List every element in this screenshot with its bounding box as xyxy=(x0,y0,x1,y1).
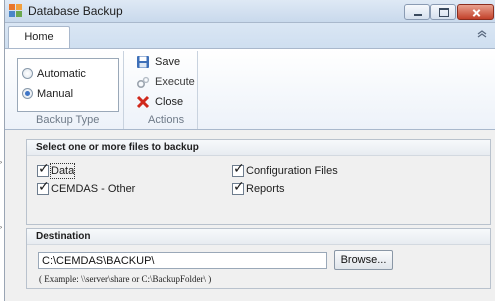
screen: › › Database Backup Home Automatic Manua… xyxy=(0,0,495,301)
radio-automatic-label: Automatic xyxy=(37,68,86,80)
files-panel: Select one or more files to backup ✓ Dat… xyxy=(26,139,491,225)
group-caption-backup-type: Backup Type xyxy=(36,114,100,126)
radio-button[interactable] xyxy=(22,68,33,79)
checkbox-configuration-files-label: Configuration Files xyxy=(246,165,338,177)
checkmark-icon: ✓ xyxy=(233,161,245,177)
destination-example-text: ( Example: \\server\share or C:\BackupFo… xyxy=(39,274,212,284)
backup-type-radio-group: Automatic Manual xyxy=(17,58,119,112)
destination-panel-header: Destination xyxy=(27,229,490,245)
save-label: Save xyxy=(155,56,181,68)
save-icon xyxy=(137,56,149,68)
maximize-button[interactable] xyxy=(430,4,456,20)
checkbox-data-label: Data xyxy=(49,163,76,179)
database-backup-window: Database Backup Home Automatic Manual Ba… xyxy=(4,0,495,301)
execute-label: Execute xyxy=(155,76,195,88)
radio-button-selected[interactable] xyxy=(22,88,33,99)
radio-manual-label: Manual xyxy=(37,88,74,100)
close-label: Close xyxy=(155,96,184,108)
checkbox-reports-label: Reports xyxy=(246,183,285,195)
ribbon-tab-strip: Home xyxy=(5,23,495,48)
window-title: Database Backup xyxy=(28,4,123,18)
close-icon xyxy=(458,5,493,19)
close-window-button[interactable] xyxy=(457,4,494,20)
minimize-button[interactable] xyxy=(404,4,430,20)
checkbox[interactable]: ✓ xyxy=(37,179,50,195)
checkbox-cemdas-other-label: CEMDAS - Other xyxy=(51,183,136,195)
ribbon-group-backup-type: Automatic Manual Backup Type xyxy=(7,51,124,129)
ribbon: Automatic Manual Backup Type Save Execut… xyxy=(5,48,495,130)
group-caption-actions: Actions xyxy=(148,114,185,126)
close-x-icon xyxy=(136,95,150,109)
ribbon-collapse-icon[interactable] xyxy=(476,29,488,39)
checkbox[interactable]: ✓ xyxy=(232,161,245,177)
title-bar: Database Backup xyxy=(5,0,495,23)
files-panel-header: Select one or more files to backup xyxy=(27,140,490,156)
checkbox[interactable]: ✓ xyxy=(232,179,245,195)
app-icon xyxy=(9,4,22,17)
maximize-icon xyxy=(431,5,455,19)
minimize-icon xyxy=(405,5,429,19)
checkmark-icon: ✓ xyxy=(38,179,50,195)
checkmark-icon: ✓ xyxy=(233,179,245,195)
destination-path-input[interactable]: C:\CEMDAS\BACKUP\ xyxy=(38,252,327,269)
tab-home[interactable]: Home xyxy=(8,26,70,48)
ribbon-group-actions: Save Execute Close Actions xyxy=(125,51,198,129)
browse-button[interactable]: Browse... xyxy=(334,250,393,270)
main-content: Select one or more files to backup ✓ Dat… xyxy=(5,130,495,301)
execute-icon xyxy=(136,76,150,89)
checkbox[interactable]: ✓ xyxy=(37,161,50,177)
destination-panel: Destination C:\CEMDAS\BACKUP\ Browse... … xyxy=(26,228,491,289)
checkmark-icon: ✓ xyxy=(38,161,50,177)
